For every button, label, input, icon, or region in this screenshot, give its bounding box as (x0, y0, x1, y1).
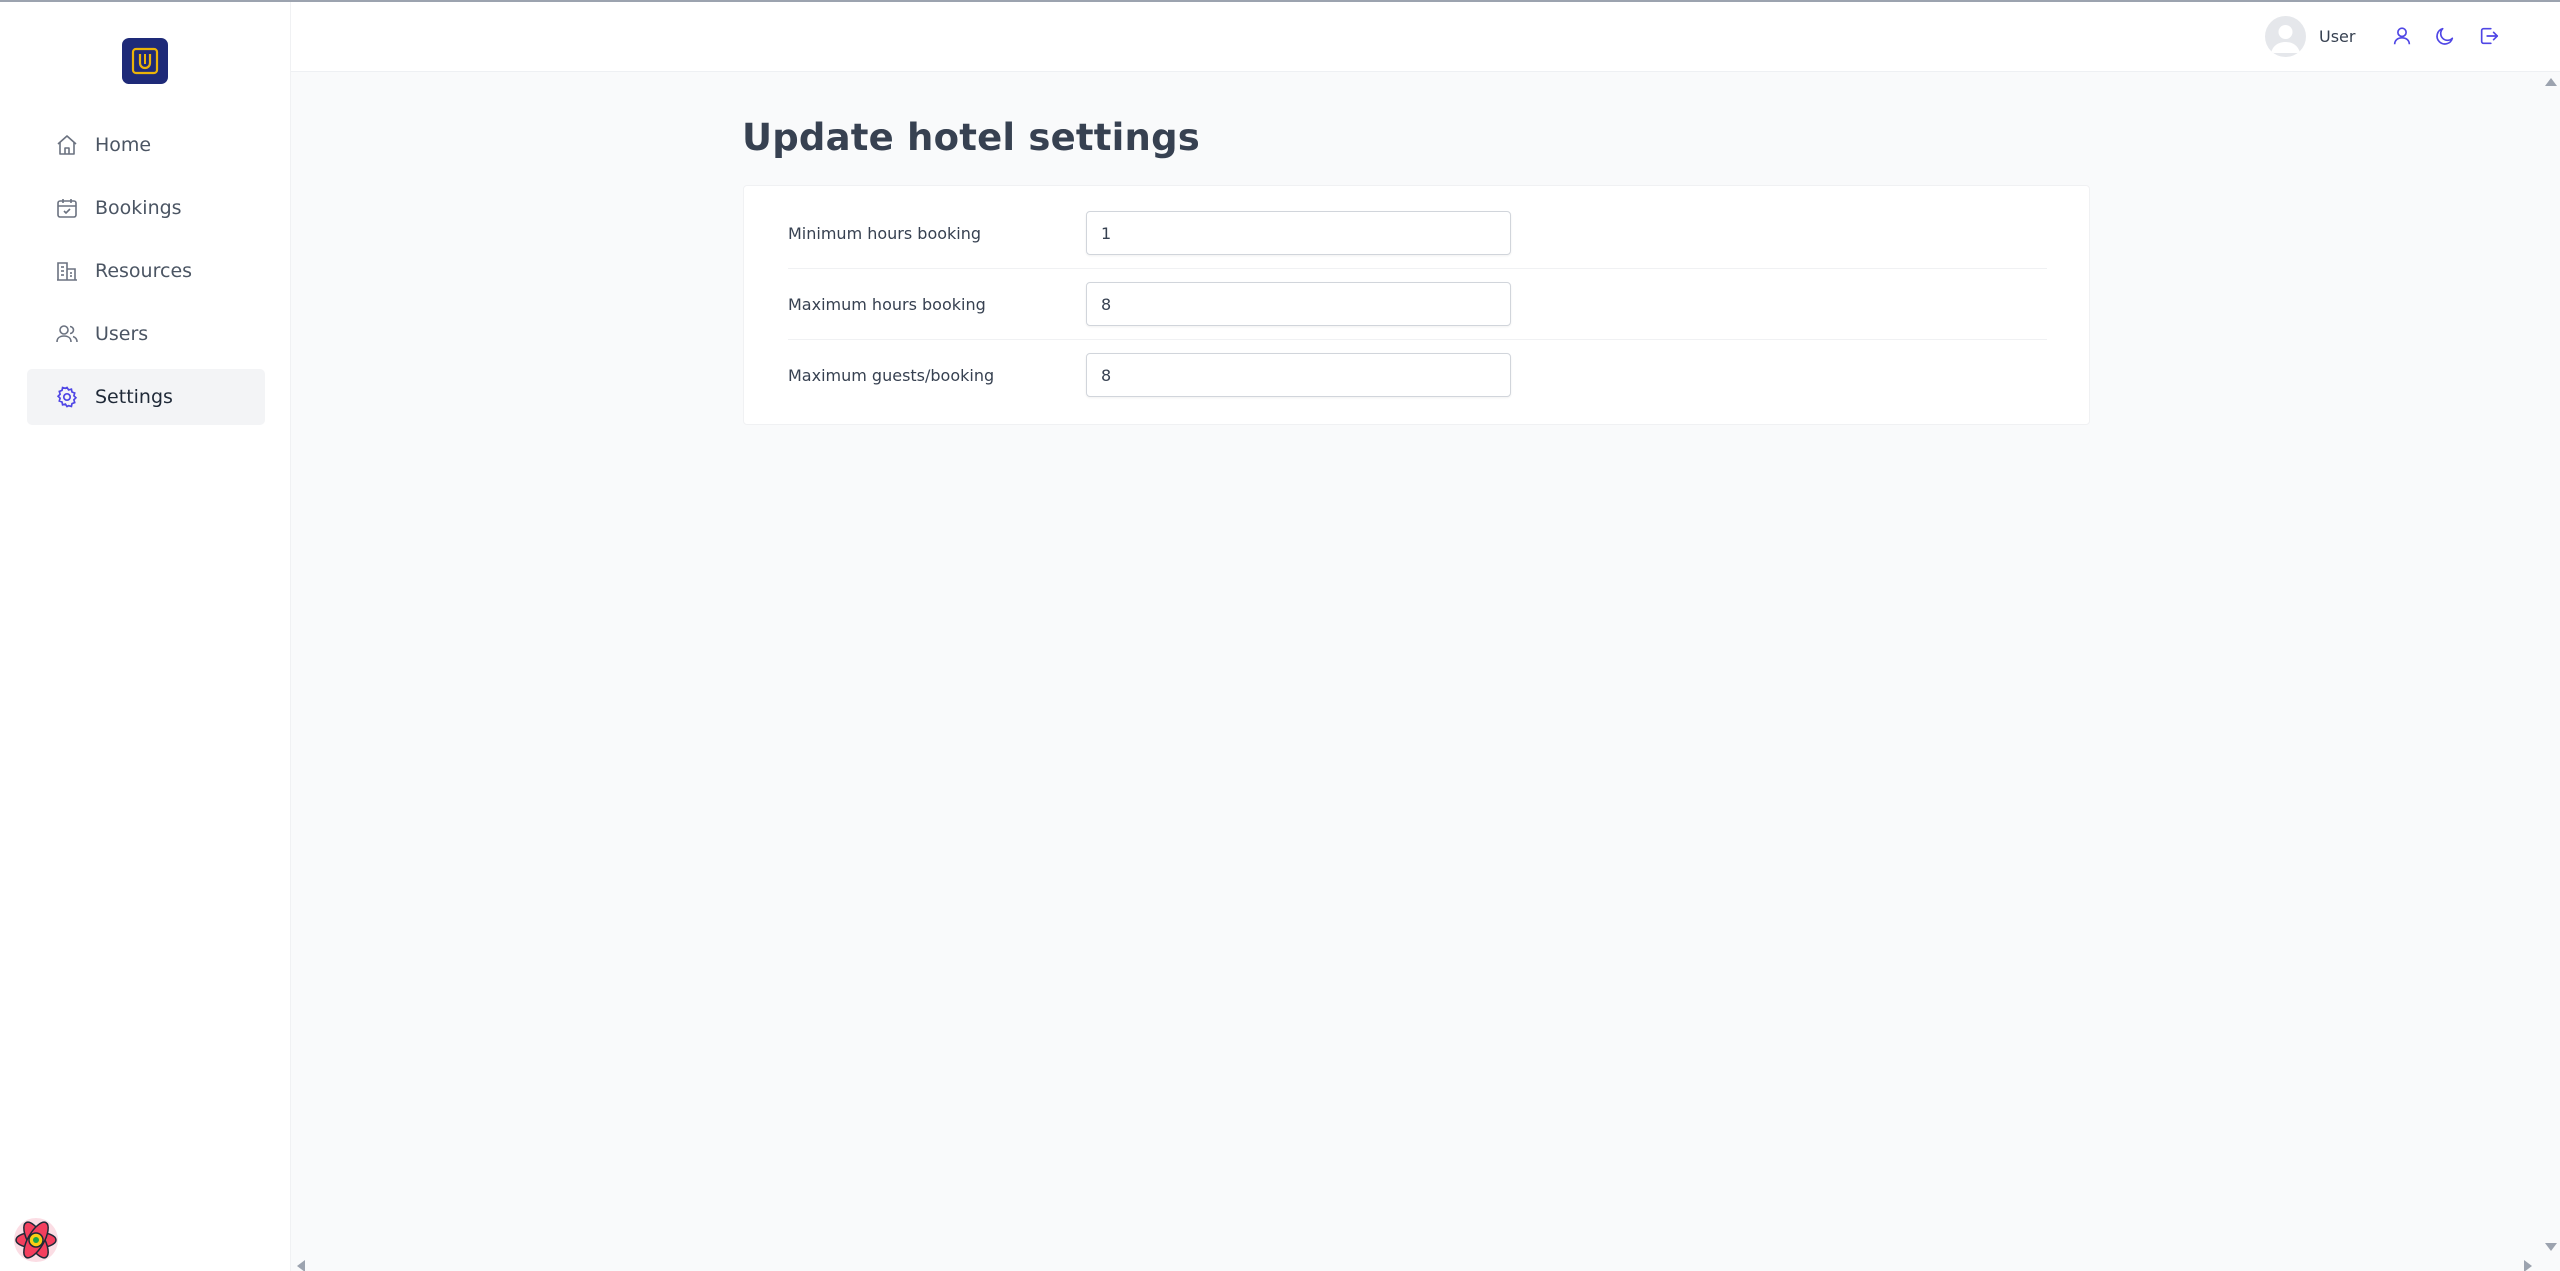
min-hours-label: Minimum hours booking (788, 224, 982, 243)
scroll-down-arrow-icon[interactable] (2545, 1243, 2557, 1251)
settings-row-min-hours: Minimum hours booking (788, 198, 2047, 269)
sidebar-item-users[interactable]: Users (27, 306, 265, 362)
user-icon[interactable] (2390, 24, 2414, 48)
sidebar-item-home[interactable]: Home (27, 117, 265, 173)
logo-icon (131, 47, 159, 75)
home-icon (54, 132, 80, 158)
max-guests-input[interactable] (1086, 353, 1511, 397)
settings-row-max-hours: Maximum hours booking (788, 269, 2047, 340)
calendar-icon (54, 195, 80, 221)
sidebar-item-label: Resources (95, 260, 193, 282)
top-header: User (291, 2, 2560, 72)
sidebar-item-label: Bookings (95, 197, 182, 219)
user-name: User (2319, 26, 2356, 46)
logout-icon[interactable] (2477, 24, 2501, 48)
scroll-left-arrow-icon[interactable] (297, 1260, 305, 1271)
settings-form: Minimum hours booking Maximum hours book… (743, 185, 2090, 425)
sidebar-item-label: Users (95, 323, 149, 345)
max-hours-label: Maximum hours booking (788, 295, 986, 314)
max-guests-label: Maximum guests/booking (788, 366, 995, 385)
sidebar-item-settings[interactable]: Settings (27, 369, 265, 425)
sidebar-item-resources[interactable]: Resources (27, 243, 265, 299)
sidebar-item-label: Settings (95, 386, 173, 408)
default-avatar-icon (2271, 24, 2300, 53)
gear-icon (54, 384, 80, 410)
react-devtools-icon[interactable] (12, 1216, 60, 1264)
sidebar-item-label: Home (95, 134, 152, 156)
moon-icon[interactable] (2433, 24, 2457, 48)
app-root: Home Bookings Resources Users Settings U… (0, 0, 2560, 1271)
scroll-up-arrow-icon[interactable] (2545, 78, 2557, 86)
avatar (2265, 15, 2306, 57)
users-icon (54, 321, 80, 347)
settings-row-max-guests: Maximum guests/booking (788, 340, 2047, 411)
sidebar: Home Bookings Resources Users Settings (0, 2, 291, 1271)
min-hours-input[interactable] (1086, 211, 1511, 255)
building-icon (54, 258, 80, 284)
scroll-right-arrow-icon[interactable] (2524, 1260, 2532, 1271)
sidebar-nav: Home Bookings Resources Users Settings (27, 117, 265, 432)
sidebar-item-bookings[interactable]: Bookings (27, 180, 265, 236)
user-menu[interactable]: User (2265, 15, 2356, 57)
max-hours-input[interactable] (1086, 282, 1511, 326)
app-logo[interactable] (122, 38, 168, 84)
page-title: Update hotel settings (742, 116, 1200, 159)
